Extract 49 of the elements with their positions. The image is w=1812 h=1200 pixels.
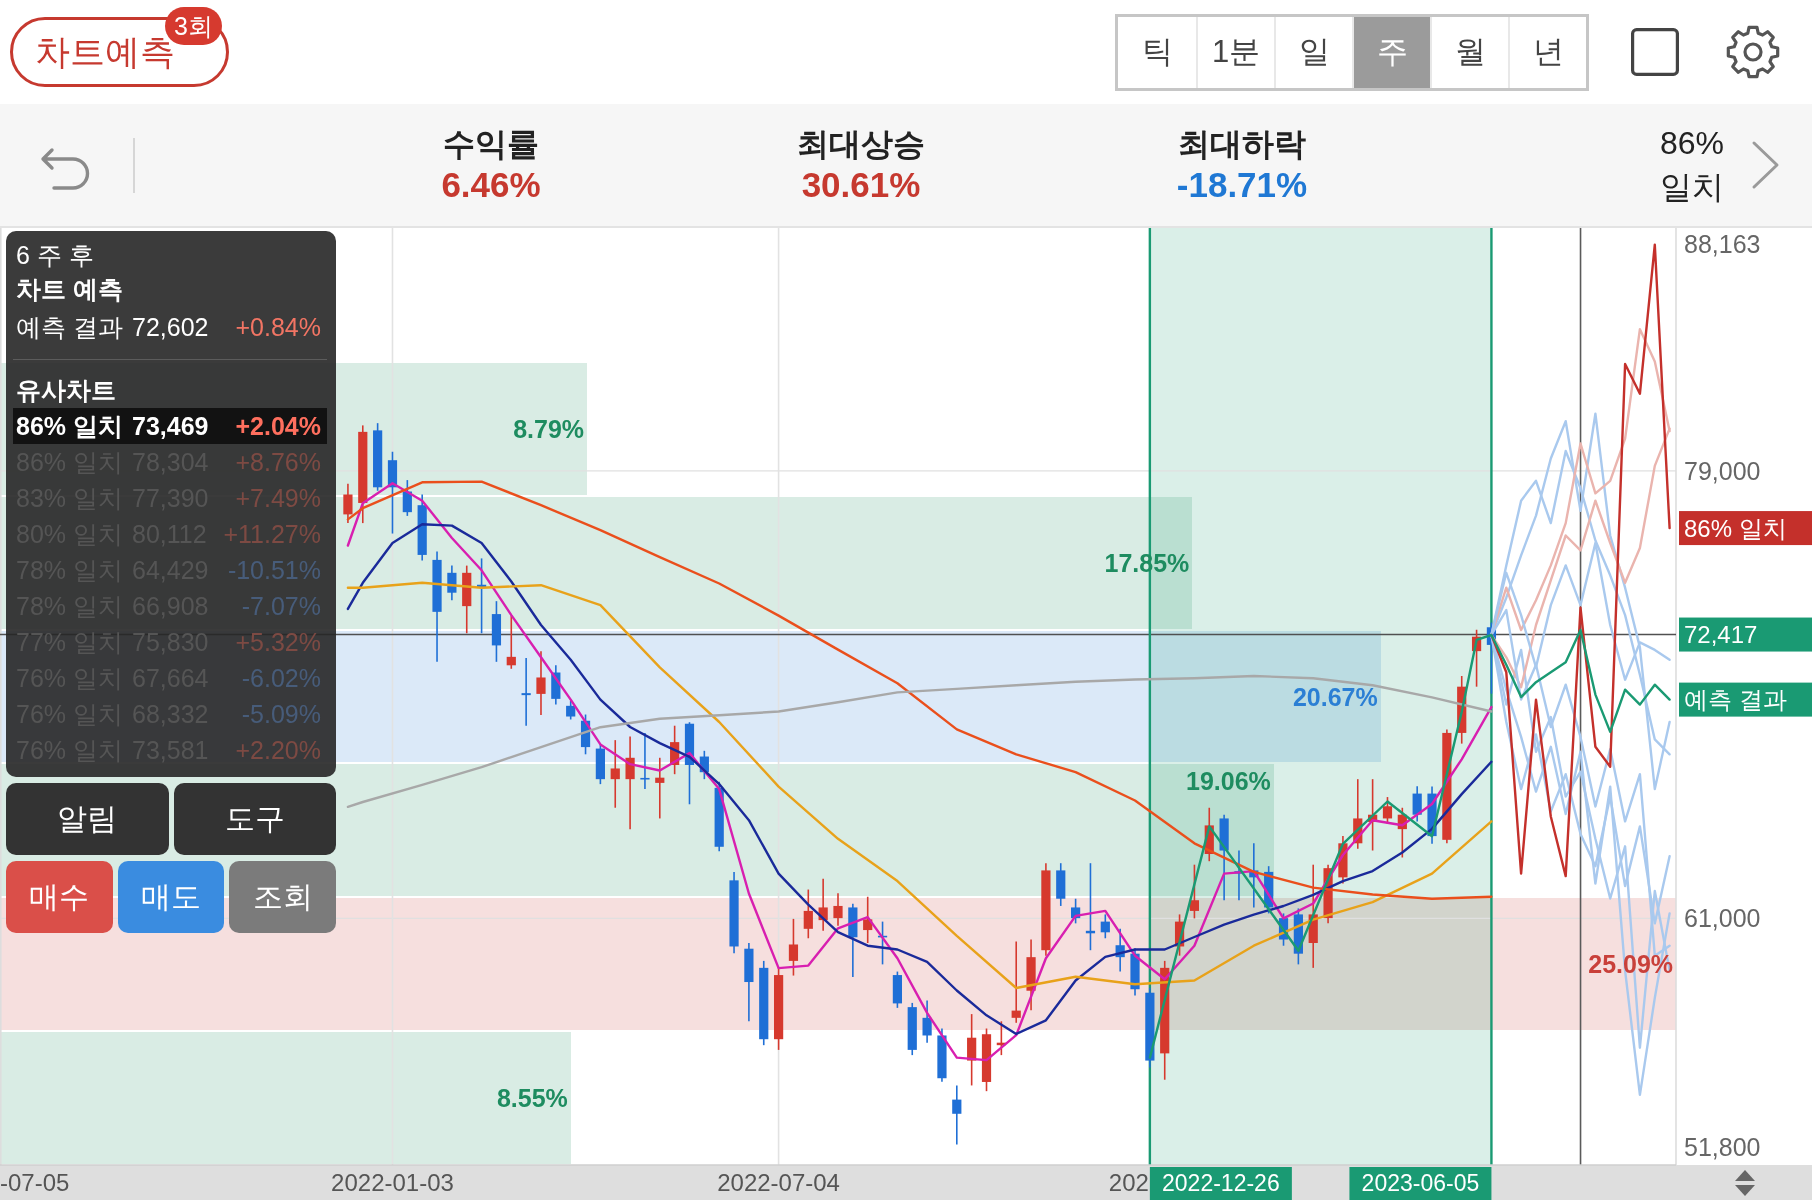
change-text: -10.51%: [227, 555, 321, 585]
percent-label: 25.09%: [1588, 950, 1674, 979]
change-text: -6.02%: [241, 663, 321, 693]
date-axis-label: 2022-07-04: [717, 1169, 840, 1196]
stat-label: 최대상승: [797, 125, 925, 164]
change-text: +8.76%: [235, 447, 321, 477]
price-tag: 72,417: [1679, 617, 1812, 652]
prediction-label: 예측 결과: [16, 311, 123, 343]
change-text: +2.04%: [235, 411, 321, 441]
stat-value: -18.71%: [1176, 164, 1308, 206]
change-text: +11.27%: [223, 519, 321, 549]
section-title: 유사차트: [15, 375, 116, 406]
change-text: +2.20%: [235, 735, 321, 765]
match-label: 일치: [1660, 168, 1724, 207]
date-axis-label: 2022-01-03: [331, 1169, 454, 1196]
change-text: -7.07%: [241, 591, 321, 621]
change-text: -5.09%: [241, 699, 321, 729]
date-tag: 2022-12-26: [1149, 1167, 1292, 1200]
prediction-change: +0.84%: [235, 312, 321, 342]
price-axis-label: 61,000: [1684, 904, 1761, 933]
price-tag: 예측 결과: [1679, 682, 1812, 717]
change-text: +7.49%: [235, 483, 321, 513]
match-percent: 86%: [1659, 124, 1724, 163]
series-label: 예측 결과: [1684, 686, 1787, 714]
date-axis-label: -07-05: [0, 1169, 70, 1196]
horizon-label: 6 주 후: [15, 240, 94, 271]
stat-label: 최대하락: [1178, 125, 1306, 164]
series-label: 86% 일치: [1684, 514, 1787, 542]
ref-line-label: 72,417: [1684, 621, 1758, 649]
stat-value: 6.46%: [441, 164, 541, 206]
percent-label: 20.67%: [1292, 682, 1378, 711]
price-tag: 86% 일치: [1679, 511, 1812, 546]
percent-label: 19.06%: [1186, 767, 1271, 796]
price-text: 73,469: [132, 411, 209, 441]
prediction-price: 72,602: [132, 312, 209, 342]
panel-title: 차트 예측: [15, 274, 123, 305]
ref-line-label: 2022-12-26: [1162, 1170, 1280, 1196]
price-axis-label: 51,800: [1684, 1133, 1761, 1161]
price-axis-label: 79,000: [1684, 456, 1761, 485]
match-text: 86% 일치: [16, 410, 123, 442]
date-axis-label: 202: [1108, 1169, 1149, 1196]
percent-label: 8.55%: [496, 1084, 568, 1113]
stat-value: 30.61%: [801, 164, 921, 206]
ref-line-label: 2023-06-05: [1361, 1170, 1480, 1196]
price-axis-label: 88,163: [1684, 230, 1761, 258]
stat-label: 수익률: [443, 125, 539, 164]
change-text: +5.32%: [235, 627, 321, 657]
percent-label: 8.79%: [513, 414, 585, 443]
date-tag: 2023-06-05: [1349, 1167, 1492, 1200]
